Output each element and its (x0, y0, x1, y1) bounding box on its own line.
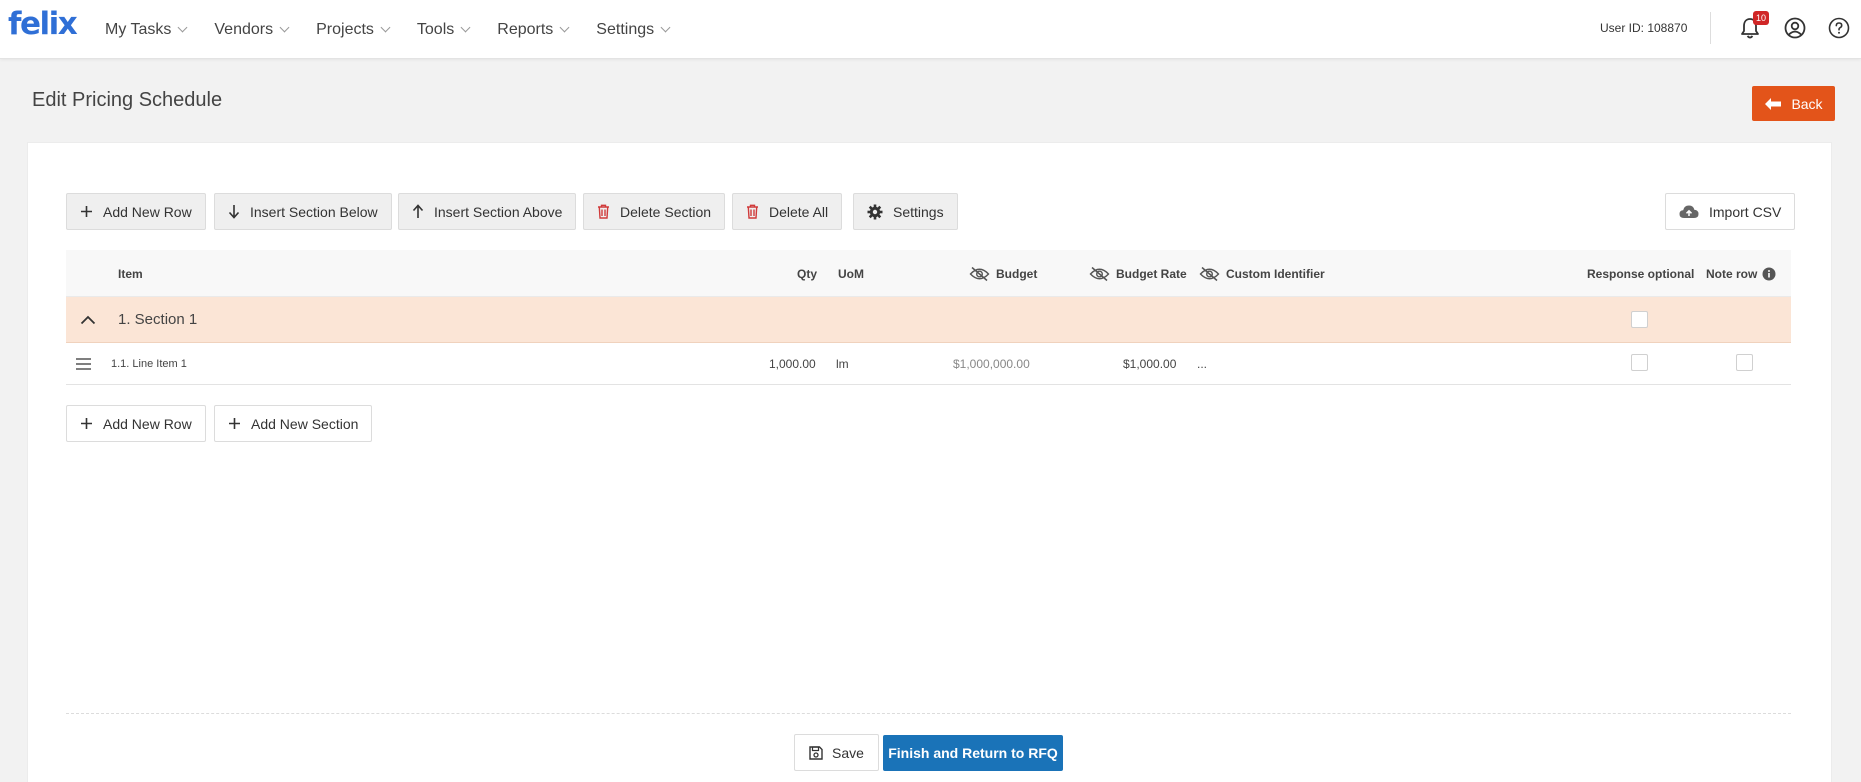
insert-section-below-label: Insert Section Below (250, 203, 378, 220)
col-budget-rate[interactable]: Budget Rate (1089, 250, 1187, 297)
profile-button[interactable] (1783, 16, 1807, 40)
user-id-label: User ID: 108870 (1600, 21, 1688, 35)
col-custom-identifier[interactable]: Custom Identifier (1199, 250, 1325, 297)
page-title: Edit Pricing Schedule (32, 89, 223, 111)
add-new-row-button[interactable]: Add New Row (66, 193, 206, 230)
import-csv-button[interactable]: Import CSV (1665, 193, 1796, 230)
chevron-down-icon (460, 22, 471, 33)
table-row[interactable]: 1.1. Line Item 1 1,000.00 lm $1,000,000.… (66, 343, 1791, 385)
line-item-uom[interactable]: lm (836, 343, 849, 384)
nav-settings-label: Settings (596, 20, 655, 38)
back-button-label: Back (1791, 95, 1823, 112)
nav-settings[interactable]: Settings (596, 20, 671, 39)
info-circle-icon[interactable] (1762, 267, 1776, 281)
table-header: Item Qty UoM Budget Budget Rate Custom I… (66, 250, 1791, 297)
trash-icon (747, 204, 758, 219)
back-button[interactable]: Back (1752, 86, 1835, 121)
nav-vendors-label: Vendors (214, 20, 274, 38)
save-button[interactable]: Save (794, 734, 879, 771)
section-title[interactable]: 1. Section 1 (118, 297, 197, 342)
delete-all-label: Delete All (769, 203, 829, 220)
help-button[interactable] (1827, 16, 1851, 40)
main-nav: My Tasks Vendors Projects Tools Reports … (105, 0, 697, 59)
add-new-section-button[interactable]: Add New Section (214, 405, 373, 442)
add-new-row-bottom-button[interactable]: Add New Row (66, 405, 206, 442)
line-item-name[interactable]: 1.1. Line Item 1 (111, 343, 187, 384)
col-uom: UoM (838, 266, 864, 281)
insert-section-above-button[interactable]: Insert Section Above (398, 193, 577, 230)
plus-icon (229, 418, 240, 429)
col-response-optional: Response optional (1587, 266, 1695, 281)
nav-divider (1710, 12, 1711, 44)
question-circle-icon (1828, 17, 1850, 39)
settings-label: Settings (893, 203, 944, 220)
insert-section-below-button[interactable]: Insert Section Below (214, 193, 392, 230)
eye-slash-icon (969, 266, 990, 281)
eye-slash-icon (1199, 266, 1220, 281)
line-item-budget[interactable]: $1,000,000.00 (953, 343, 1030, 384)
plus-icon (81, 206, 92, 217)
user-circle-icon (1784, 17, 1806, 39)
import-csv-label: Import CSV (1709, 203, 1782, 220)
delete-section-label: Delete Section (620, 203, 712, 220)
arrow-up-icon (412, 204, 424, 218)
arrow-left-icon (1765, 97, 1782, 110)
chevron-down-icon (559, 22, 570, 33)
nav-reports-label: Reports (497, 20, 554, 38)
nav-my-tasks[interactable]: My Tasks (105, 20, 188, 39)
add-new-row-bottom-label: Add New Row (103, 415, 192, 432)
col-item: Item (118, 266, 143, 281)
chevron-down-icon (380, 22, 391, 33)
line-response-optional-checkbox[interactable] (1631, 354, 1648, 371)
footer-divider (66, 713, 1791, 714)
trash-icon (598, 204, 609, 219)
pricing-schedule-card (27, 142, 1832, 782)
chevron-down-icon (660, 22, 671, 33)
col-custom-identifier-label: Custom Identifier (1226, 266, 1325, 281)
drag-handle[interactable] (76, 343, 91, 384)
line-note-row-checkbox[interactable] (1736, 354, 1753, 371)
nav-my-tasks-label: My Tasks (105, 20, 172, 38)
felix-logo[interactable]: felix (8, 6, 78, 42)
line-item-qty[interactable]: 1,000.00 (769, 343, 816, 384)
col-note-row-label: Note row (1706, 266, 1758, 281)
chevron-down-icon (279, 22, 290, 33)
nav-vendors[interactable]: Vendors (214, 20, 290, 39)
notification-count-badge: 10 (1753, 11, 1769, 25)
top-nav-bar: felix My Tasks Vendors Projects Tools Re… (0, 0, 1861, 59)
add-new-section-label: Add New Section (251, 415, 359, 432)
line-item-custom-identifier[interactable]: ... (1197, 343, 1207, 384)
col-budget-rate-label: Budget Rate (1116, 266, 1187, 281)
nav-tools-label: Tools (416, 20, 455, 38)
hamburger-icon (76, 357, 91, 370)
nav-projects-label: Projects (316, 20, 374, 38)
section-response-optional-checkbox[interactable] (1631, 311, 1648, 328)
col-budget[interactable]: Budget (969, 250, 1037, 297)
delete-all-button[interactable]: Delete All (732, 193, 843, 230)
gear-icon (867, 204, 883, 219)
plus-icon (81, 418, 92, 429)
line-item-budget-rate[interactable]: $1,000.00 (1123, 343, 1176, 384)
floppy-disk-icon (809, 745, 823, 760)
insert-section-above-label: Insert Section Above (434, 203, 563, 220)
nav-tools[interactable]: Tools (416, 20, 471, 39)
save-button-label: Save (832, 744, 864, 761)
add-new-row-label: Add New Row (103, 203, 192, 220)
col-qty: Qty (797, 266, 818, 281)
eye-slash-icon (1089, 266, 1110, 281)
cloud-upload-icon (1679, 205, 1699, 218)
finish-and-return-button[interactable]: Finish and Return to RFQ (883, 735, 1063, 771)
delete-section-button[interactable]: Delete Section (583, 193, 726, 230)
nav-projects[interactable]: Projects (316, 20, 391, 39)
col-note-row: Note row (1706, 250, 1782, 297)
settings-button[interactable]: Settings (853, 193, 958, 230)
chevron-down-icon (177, 22, 188, 33)
arrow-down-icon (228, 205, 240, 219)
nav-reports[interactable]: Reports (497, 20, 570, 39)
collapse-section-button[interactable] (80, 297, 96, 342)
col-budget-label: Budget (996, 266, 1038, 281)
section-row[interactable]: 1. Section 1 (66, 297, 1791, 343)
chevron-up-icon (80, 315, 96, 324)
